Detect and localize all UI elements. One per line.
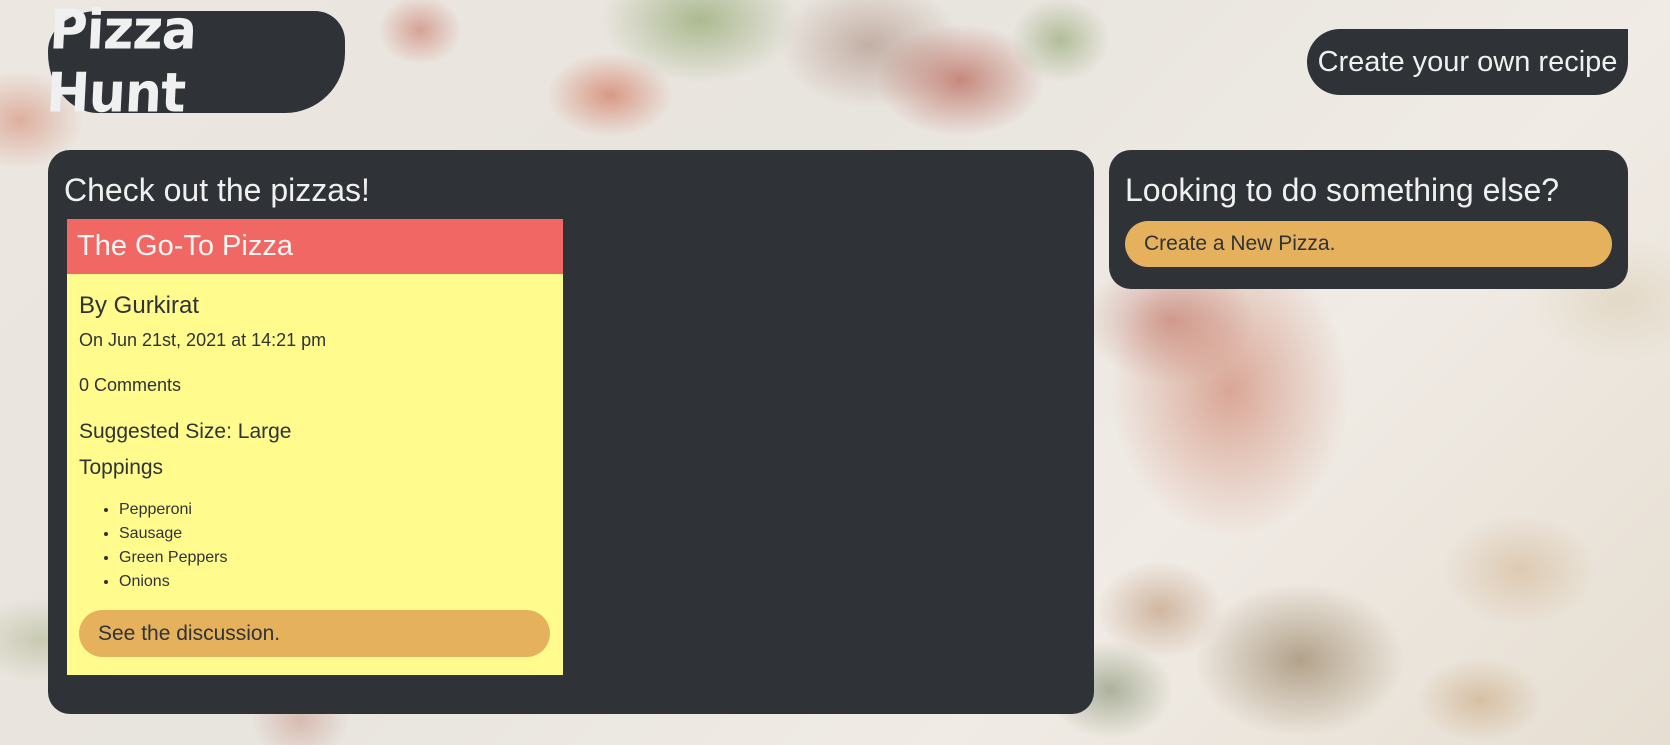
sidebar-title: Looking to do something else? (1125, 172, 1560, 208)
pizza-card-body: By Gurkirat On Jun 21st, 2021 at 14:21 p… (67, 274, 563, 594)
topping-item: Green Peppers (119, 546, 551, 570)
topping-item: Onions (119, 570, 551, 594)
sidebar-panel: Looking to do something else? Create a N… (1109, 150, 1628, 289)
create-new-pizza-button[interactable]: Create a New Pizza. (1125, 221, 1612, 267)
pizza-card: The Go-To Pizza By Gurkirat On Jun 21st,… (67, 219, 563, 675)
logo: Pizza Hunt (44, 0, 198, 125)
see-discussion-button[interactable]: See the discussion. (79, 610, 550, 657)
toppings-list: Pepperoni Sausage Green Peppers Onions (79, 498, 551, 594)
pizza-comment-count: 0 Comments (79, 375, 182, 395)
create-recipe-link[interactable]: Create your own recipe (1307, 29, 1628, 95)
pizza-card-title: The Go-To Pizza (67, 219, 563, 274)
topping-item: Pepperoni (119, 498, 551, 522)
pizza-list-panel: Check out the pizzas! The Go-To Pizza By… (48, 150, 1094, 714)
pizza-author: By Gurkirat (79, 292, 200, 319)
pizza-suggested-size: Suggested Size: Large (79, 420, 292, 443)
pizza-list-title: Check out the pizzas! (64, 172, 370, 208)
pizza-date: On Jun 21st, 2021 at 14:21 pm (79, 330, 327, 350)
logo-link[interactable]: Pizza Hunt (45, 0, 345, 125)
topping-item: Sausage (119, 522, 551, 546)
toppings-heading: Toppings (79, 456, 164, 479)
